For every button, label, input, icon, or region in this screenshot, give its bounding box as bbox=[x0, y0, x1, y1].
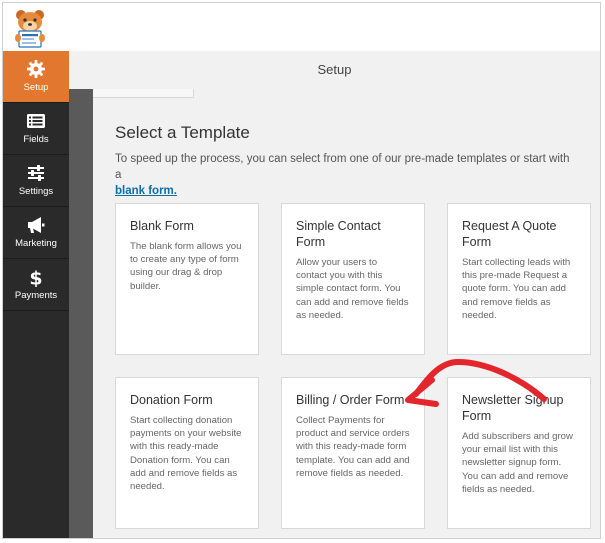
template-title: Donation Form bbox=[130, 393, 213, 407]
sidebar-item-label: Marketing bbox=[15, 238, 57, 249]
sidebar: Setup Fields Settings Marketing $ Paymen… bbox=[3, 51, 69, 538]
sidebar-item-settings[interactable]: Settings bbox=[3, 155, 69, 207]
template-description: The blank form allows you to create any … bbox=[130, 241, 242, 292]
sidebar-item-label: Setup bbox=[23, 82, 49, 93]
svg-text:$: $ bbox=[29, 268, 42, 288]
template-title: Request A Quote Form bbox=[462, 219, 557, 249]
blank-form-link[interactable]: blank form. bbox=[115, 185, 177, 197]
sidebar-item-label: Fields bbox=[23, 134, 49, 145]
template-title: Billing / Order Form bbox=[296, 393, 405, 407]
intro-sentence: To speed up the process, you can select … bbox=[115, 153, 570, 181]
gear-icon bbox=[27, 60, 45, 78]
top-bar bbox=[3, 3, 600, 52]
template-card-billing-order-form[interactable]: Billing / Order Form Collect Payments fo… bbox=[281, 377, 425, 529]
template-panel: Select a Template To speed up the proces… bbox=[93, 89, 600, 538]
sidebar-item-payments[interactable]: $ Payments bbox=[3, 259, 69, 311]
list-icon bbox=[27, 114, 45, 128]
intro-text: To speed up the process, you can select … bbox=[115, 151, 575, 199]
template-title: Simple Contact Form bbox=[296, 219, 381, 249]
dollar-icon: $ bbox=[29, 268, 42, 288]
template-card-request-a-quote-form[interactable]: Request A Quote Form Start collecting le… bbox=[447, 203, 591, 355]
sidebar-item-label: Settings bbox=[18, 186, 54, 197]
template-card-newsletter-signup-form[interactable]: Newsletter Signup Form Add subscribers a… bbox=[447, 377, 591, 529]
sidebar-item-setup[interactable]: Setup bbox=[3, 51, 69, 103]
panel-divider bbox=[69, 89, 93, 538]
sidebar-item-label: Payments bbox=[14, 290, 58, 301]
sliders-icon bbox=[28, 165, 44, 181]
template-title: Blank Form bbox=[130, 219, 194, 233]
sidebar-item-fields[interactable]: Fields bbox=[3, 103, 69, 155]
template-title: Newsletter Signup Form bbox=[462, 393, 564, 423]
template-description: Collect Payments for product and service… bbox=[296, 415, 410, 479]
template-description: Allow your users to contact you with thi… bbox=[296, 257, 409, 321]
app-window: Setup Fields Settings Marketing $ Paymen… bbox=[2, 2, 601, 539]
builder-header: Setup bbox=[69, 51, 600, 90]
template-description: Add subscribers and grow your email list… bbox=[462, 431, 573, 495]
logo-icon bbox=[15, 10, 45, 48]
template-card-simple-contact-form[interactable]: Simple Contact Form Allow your users to … bbox=[281, 203, 425, 355]
page-title: Setup bbox=[317, 62, 352, 77]
template-description: Start collecting leads with this pre-mad… bbox=[462, 257, 571, 321]
sidebar-item-marketing[interactable]: Marketing bbox=[3, 207, 69, 259]
section-heading: Select a Template bbox=[115, 123, 250, 142]
template-description: Start collecting donation payments on yo… bbox=[130, 415, 242, 493]
panel-tab bbox=[93, 89, 194, 98]
template-card-blank-form[interactable]: Blank Form The blank form allows you to … bbox=[115, 203, 259, 355]
megaphone-icon bbox=[28, 217, 45, 233]
template-card-donation-form[interactable]: Donation Form Start collecting donation … bbox=[115, 377, 259, 529]
